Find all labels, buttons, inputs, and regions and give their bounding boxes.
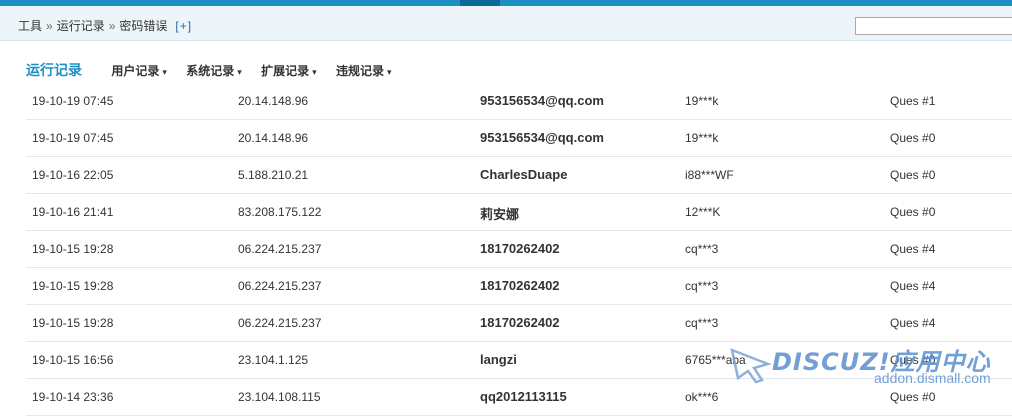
row-time: 19-10-16 21:41 xyxy=(32,205,114,219)
table-row: 19-10-14 23:36 23.104.108.115 qq20121131… xyxy=(26,379,1012,416)
breadcrumb-item-run-log[interactable]: 运行记录 xyxy=(57,19,105,33)
table-row: 19-10-16 22:05 5.188.210.21 CharlesDuape… xyxy=(26,157,1012,194)
tab-user-log[interactable]: 用户记录 ▾ xyxy=(111,62,167,79)
row-question: Ques #0 xyxy=(890,205,936,219)
row-username: langzi xyxy=(480,352,517,367)
row-time: 19-10-16 22:05 xyxy=(32,168,114,182)
chevron-down-icon: ▾ xyxy=(237,66,242,77)
row-ip: 20.14.148.96 xyxy=(238,131,309,145)
search-input[interactable] xyxy=(855,17,1012,35)
row-time: 19-10-19 07:45 xyxy=(32,94,114,108)
breadcrumb-bar: 工具» 运行记录» 密码错误 [+] xyxy=(0,6,1012,41)
row-password: cq***3 xyxy=(685,279,719,293)
row-username: 18170262402 xyxy=(480,315,560,330)
row-username: 18170262402 xyxy=(480,278,560,293)
row-password: 12***K xyxy=(685,205,721,219)
row-question: Ques #0 xyxy=(890,390,936,404)
table-row: 19-10-16 21:41 83.208.175.122 莉安娜 12***K… xyxy=(26,194,1012,231)
chevron-down-icon: ▾ xyxy=(162,66,167,77)
row-ip: 06.224.215.237 xyxy=(238,279,322,293)
row-time: 19-10-15 16:56 xyxy=(32,353,114,367)
row-question: Ques #0 xyxy=(890,353,936,367)
table-row: 19-10-15 16:56 23.104.1.125 langzi 6765*… xyxy=(26,342,1012,379)
tab-extension-log-label: 扩展记录 xyxy=(261,63,310,78)
row-username: CharlesDuape xyxy=(480,167,568,182)
row-username: qq2012113115 xyxy=(480,389,567,404)
breadcrumb-separator: » xyxy=(46,19,53,33)
log-tabs: 运行记录 用户记录 ▾ 系统记录 ▾ 扩展记录 ▾ 违规记录 ▾ xyxy=(26,60,408,80)
row-password: ok***6 xyxy=(685,390,719,404)
row-password: 19***k xyxy=(685,131,719,145)
log-table: 19-10-19 07:45 20.14.148.96 953156534@qq… xyxy=(26,83,1012,416)
table-row: 19-10-19 07:45 20.14.148.96 953156534@qq… xyxy=(26,83,1012,120)
tab-extension-log[interactable]: 扩展记录 ▾ xyxy=(261,62,317,79)
tab-system-log-label: 系统记录 xyxy=(186,63,235,78)
row-username: 莉安娜 xyxy=(480,207,520,222)
row-time: 19-10-15 19:28 xyxy=(32,242,114,256)
row-username: 953156534@qq.com xyxy=(480,93,604,108)
row-ip: 23.104.1.125 xyxy=(238,353,309,367)
chevron-down-icon: ▾ xyxy=(312,66,317,77)
table-row: 19-10-15 19:28 06.224.215.237 1817026240… xyxy=(26,231,1012,268)
row-password: cq***3 xyxy=(685,316,719,330)
row-password: i88***WF xyxy=(685,168,734,182)
row-ip: 23.104.108.115 xyxy=(238,390,321,404)
row-question: Ques #4 xyxy=(890,279,936,293)
add-shortcut-button[interactable]: [+] xyxy=(175,19,192,33)
row-username: 18170262402 xyxy=(480,241,560,256)
row-question: Ques #0 xyxy=(890,131,936,145)
row-question: Ques #1 xyxy=(890,94,936,108)
breadcrumb-item-wrong-password: 密码错误 xyxy=(119,19,168,33)
row-ip: 5.188.210.21 xyxy=(238,168,309,182)
breadcrumb: 工具» 运行记录» 密码错误 [+] xyxy=(18,17,192,34)
row-time: 19-10-15 19:28 xyxy=(32,316,114,330)
tab-violation-log[interactable]: 违规记录 ▾ xyxy=(336,62,392,79)
tab-run-log[interactable]: 运行记录 xyxy=(26,60,82,80)
row-password: 19***k xyxy=(685,94,719,108)
breadcrumb-item-tools[interactable]: 工具 xyxy=(18,19,42,33)
row-ip: 06.224.215.237 xyxy=(238,242,322,256)
row-password: 6765***aba xyxy=(685,353,746,367)
row-time: 19-10-14 23:36 xyxy=(32,390,114,404)
row-ip: 06.224.215.237 xyxy=(238,316,322,330)
row-ip: 20.14.148.96 xyxy=(238,94,309,108)
row-time: 19-10-19 07:45 xyxy=(32,131,114,145)
tab-violation-log-label: 违规记录 xyxy=(336,63,385,78)
tab-system-log[interactable]: 系统记录 ▾ xyxy=(186,62,242,79)
tab-user-log-label: 用户记录 xyxy=(111,63,160,78)
breadcrumb-separator: » xyxy=(108,19,116,33)
table-row: 19-10-15 19:28 06.224.215.237 1817026240… xyxy=(26,305,1012,342)
row-question: Ques #4 xyxy=(890,316,936,330)
row-question: Ques #0 xyxy=(890,168,936,182)
row-question: Ques #4 xyxy=(890,242,936,256)
chevron-down-icon: ▾ xyxy=(387,66,392,77)
row-ip: 83.208.175.122 xyxy=(238,205,322,219)
row-password: cq***3 xyxy=(685,242,719,256)
row-time: 19-10-15 19:28 xyxy=(32,279,114,293)
table-row: 19-10-15 19:28 06.224.215.237 1817026240… xyxy=(26,268,1012,305)
row-username: 953156534@qq.com xyxy=(480,130,604,145)
table-row: 19-10-19 07:45 20.14.148.96 953156534@qq… xyxy=(26,120,1012,157)
